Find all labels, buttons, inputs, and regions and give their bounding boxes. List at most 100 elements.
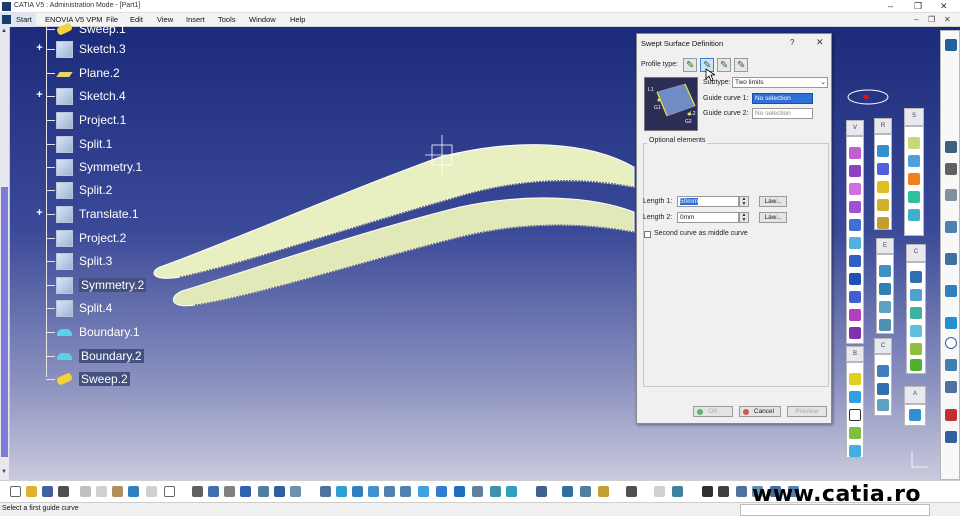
select-icon[interactable] [945, 141, 957, 153]
sheetmetal-icon[interactable] [274, 486, 285, 497]
tree-item-split-3[interactable]: Split.3 [34, 251, 204, 271]
polyline-icon[interactable] [945, 253, 957, 265]
tree-item-plane-2[interactable]: Plane.2 [34, 63, 204, 83]
loft-icon[interactable] [849, 255, 861, 267]
tree-item-sweep-2[interactable]: Sweep.2 [34, 369, 204, 389]
whats-this-icon[interactable] [164, 486, 175, 497]
look-at-icon[interactable] [718, 486, 729, 497]
sketcher-icon[interactable] [945, 189, 957, 201]
hide-show-icon[interactable] [490, 486, 501, 497]
vertical-scrollbar[interactable]: ▲ ▼ [0, 27, 10, 480]
spline-sketch-icon[interactable] [945, 359, 957, 371]
multi-section-icon[interactable] [849, 291, 861, 303]
tree-item-sketch-3[interactable]: + Sketch.3 [34, 39, 204, 59]
menu-help[interactable]: Help [290, 15, 305, 24]
constraint-icon[interactable] [877, 365, 889, 377]
split-tool-icon[interactable] [877, 181, 889, 193]
toolbar-head-s[interactable]: S [904, 108, 924, 126]
spin-view-icon[interactable] [702, 486, 713, 497]
fillet-icon[interactable] [908, 173, 920, 185]
undo-icon[interactable] [128, 486, 139, 497]
tree-item-split-1[interactable]: Split.1 [34, 134, 204, 154]
table-icon[interactable] [240, 486, 251, 497]
doc-restore-icon[interactable]: ❐ [928, 15, 935, 24]
boundary-tool-icon[interactable] [877, 217, 889, 229]
length-2-input[interactable]: 0mm [677, 212, 739, 223]
axis-system-icon[interactable] [562, 486, 573, 497]
projection-icon[interactable] [910, 343, 922, 355]
revolve-icon[interactable] [849, 165, 861, 177]
toolbar-head-c2[interactable]: C [874, 338, 892, 354]
command-input[interactable] [740, 504, 930, 516]
tree-item-boundary-1[interactable]: Boundary.1 [34, 322, 204, 342]
surface-icon[interactable] [849, 309, 861, 321]
offset-icon[interactable] [849, 201, 861, 213]
minimize-icon[interactable]: – [888, 1, 893, 11]
restore-icon[interactable]: ❐ [914, 1, 922, 12]
copy-icon[interactable] [96, 486, 107, 497]
tree-item-split-2[interactable]: Split.2 [34, 180, 204, 200]
trim-icon[interactable] [877, 199, 889, 211]
zoom-out-icon[interactable] [400, 486, 411, 497]
redo-icon[interactable] [146, 486, 157, 497]
repeat-icon[interactable] [909, 409, 921, 421]
toolbar-head-e[interactable]: E [876, 238, 894, 254]
profile-icon[interactable] [945, 317, 957, 329]
knowledge-icon[interactable] [208, 486, 219, 497]
open-file-icon[interactable] [26, 486, 37, 497]
expand-icon[interactable]: + [34, 43, 45, 54]
join-icon[interactable] [877, 145, 889, 157]
tree-item-sweep-1[interactable]: Sweep.1 [34, 19, 204, 39]
corner-icon[interactable] [908, 191, 920, 203]
tree-item-project-1[interactable]: Project.1 [34, 110, 204, 130]
length-2-spinner[interactable]: ▲ ▼ [739, 212, 749, 223]
help-button[interactable]: ? [790, 38, 794, 47]
connect-check-icon[interactable] [849, 427, 861, 439]
swap-space-icon[interactable] [506, 486, 517, 497]
cancel-button[interactable]: Cancel [739, 406, 781, 417]
fit-all-icon[interactable] [336, 486, 347, 497]
length-1-law-button[interactable]: Law... [759, 196, 787, 207]
tree-item-translate-1[interactable]: + Translate.1 [34, 204, 204, 224]
formula-icon[interactable] [192, 486, 203, 497]
guide-curve-1-field[interactable]: No selection [752, 93, 813, 104]
pan-icon[interactable] [352, 486, 363, 497]
length-1-spinner[interactable]: ▲ ▼ [739, 196, 749, 207]
cut-icon[interactable] [80, 486, 91, 497]
geometrical-set-icon[interactable] [598, 486, 609, 497]
length-1-input[interactable]: 50mm [677, 196, 739, 207]
conic-icon[interactable] [945, 381, 957, 393]
dimension-icon[interactable] [877, 383, 889, 395]
expand-icon[interactable]: + [34, 208, 45, 219]
extract-icon[interactable] [877, 399, 889, 411]
volume-icon[interactable] [849, 327, 861, 339]
tree-item-symmetry-2[interactable]: Symmetry.2 [34, 275, 204, 295]
length-2-law-button[interactable]: Law... [759, 212, 787, 223]
point-icon[interactable] [910, 271, 922, 283]
profile-explicit-button[interactable]: ✎ [683, 58, 697, 72]
hybrid-body-icon[interactable] [654, 486, 665, 497]
toolbar-head-v[interactable]: V [846, 120, 864, 136]
rotate-icon[interactable] [879, 283, 891, 295]
menu-tools[interactable]: Tools [218, 15, 236, 24]
save-icon[interactable] [42, 486, 53, 497]
expand-icon[interactable]: + [34, 90, 45, 101]
output-icon[interactable] [945, 431, 957, 443]
doc-close-icon[interactable]: ✕ [944, 15, 951, 24]
measure-between-icon[interactable] [258, 486, 269, 497]
tree-item-project-2[interactable]: Project.2 [34, 228, 204, 248]
intersection-icon[interactable] [910, 359, 922, 371]
spline-icon[interactable] [908, 137, 920, 149]
toolbar-head-r[interactable]: R [874, 118, 892, 134]
reorder-icon[interactable] [580, 486, 591, 497]
circle-icon[interactable] [910, 307, 922, 319]
toolbar-head-c[interactable]: C [906, 244, 926, 262]
multi-view-icon[interactable] [436, 486, 447, 497]
scroll-down-icon[interactable]: ▼ [1, 469, 7, 475]
comment-icon[interactable] [224, 486, 235, 497]
toolbar-head-a[interactable]: A [904, 386, 926, 404]
zoom-in-icon[interactable] [384, 486, 395, 497]
symmetry-tool-icon[interactable] [879, 301, 891, 313]
dialog-close-button[interactable]: ✕ [816, 37, 824, 48]
close-icon[interactable]: ✕ [940, 1, 948, 12]
